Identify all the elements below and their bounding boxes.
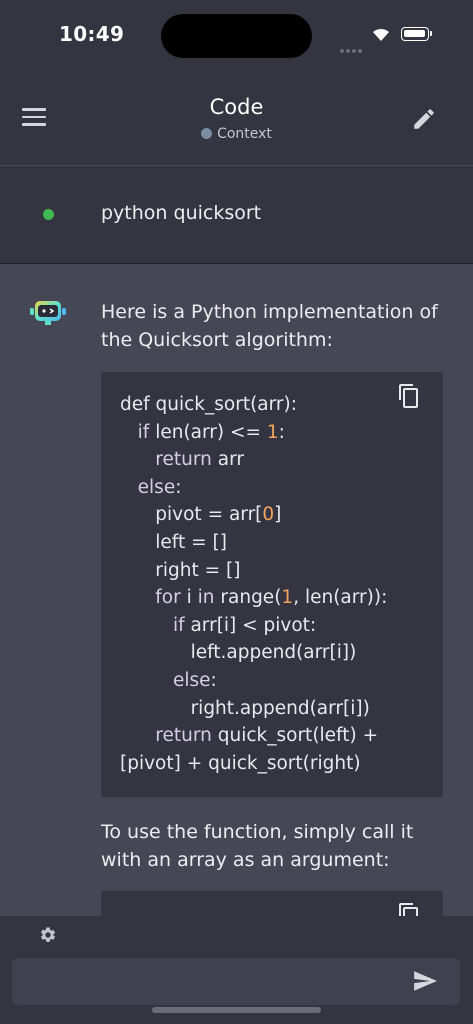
code-token: , len(arr)): [293, 587, 388, 609]
code-line: [pivot] + quick_sort(right) [120, 753, 361, 774]
code-line: for i in range(1, len(arr)): [120, 587, 387, 608]
page-title: Code [209, 95, 264, 119]
code-token: quick_sort(left) + [211, 725, 379, 747]
code-token: : [210, 669, 217, 691]
assistant-followup-text: To use the function, simply call it with… [101, 821, 414, 871]
code-token: i [180, 587, 198, 609]
code-token: else [172, 669, 211, 691]
code-token: in [197, 587, 215, 609]
message-input-box [12, 958, 460, 1005]
code-line: def quick_sort(arr): [120, 394, 297, 415]
code-token: 1 [266, 421, 279, 443]
cellular-signal-icon [340, 38, 364, 57]
code-line: if arr[i] < pivot: [120, 615, 316, 636]
copy-icon [399, 903, 418, 916]
user-status-dot-icon [43, 209, 54, 220]
copy-button[interactable] [397, 383, 421, 409]
code-token: left.append(arr[i]) [120, 642, 357, 664]
code-block [101, 891, 443, 916]
code-content: def quick_sort(arr): if len(arr) <= 1: r… [120, 391, 387, 777]
copy-icon [399, 384, 418, 408]
status-time: 10:49 [59, 22, 125, 46]
send-button[interactable] [412, 968, 438, 994]
code-token: 0 [262, 504, 275, 526]
code-line: else: [120, 670, 217, 691]
app-bar: Code Context [0, 70, 473, 165]
code-line: left.append(arr[i]) [120, 642, 357, 664]
code-token: left = [] [120, 531, 227, 553]
code-token: ] [274, 504, 282, 526]
user-message-text: python quicksort [101, 202, 262, 224]
code-token: : [278, 421, 285, 443]
context-label: Context [217, 126, 272, 142]
wifi-icon [373, 28, 389, 41]
code-token: pivot = arr[ [120, 504, 263, 526]
code-token: [pivot] + quick_sort(right) [120, 752, 361, 774]
send-icon [414, 971, 437, 991]
home-indicator [152, 1007, 321, 1013]
code-line: left = [] [120, 532, 227, 553]
code-line: return arr [120, 449, 244, 470]
code-token: else [137, 476, 176, 498]
settings-button[interactable] [39, 926, 57, 944]
copy-button[interactable] [397, 902, 421, 916]
assistant-intro-text: Here is a Python implementation of the Q… [101, 301, 438, 351]
code-line: pivot = arr[0] [120, 504, 281, 525]
code-token: if [137, 421, 150, 443]
code-token: range( [214, 587, 282, 609]
assistant-message: Here is a Python implementation of the Q… [0, 264, 473, 916]
code-token: arr [211, 449, 244, 471]
code-token: len(arr) <= [149, 421, 267, 443]
code-token: return [155, 449, 212, 471]
code-token: arr[i] < pivot: [184, 614, 317, 636]
message-input[interactable] [24, 968, 408, 996]
context-dot-icon [201, 128, 213, 139]
code-token: right.append(arr[i]) [120, 697, 370, 719]
code-line: right = [] [120, 560, 240, 581]
context-selector[interactable]: Context [0, 126, 473, 142]
user-message: python quicksort [0, 166, 473, 264]
code-token: right = [] [120, 559, 241, 581]
code-block: def quick_sort(arr): if len(arr) <= 1: r… [101, 372, 443, 797]
pencil-icon [414, 109, 434, 129]
code-token: return [155, 725, 212, 747]
code-token: if [172, 614, 185, 636]
code-line: if len(arr) <= 1: [120, 422, 285, 443]
settings-icon [41, 927, 56, 942]
composer [0, 916, 473, 1024]
code-line: else: [120, 476, 182, 498]
code-token: for [155, 587, 181, 609]
code-token: def quick_sort(arr): [120, 394, 297, 415]
edit-pencil-button[interactable] [411, 106, 437, 132]
bot-icon [30, 301, 66, 325]
code-token: : [175, 476, 182, 498]
code-token: 1 [281, 587, 294, 609]
code-line: return quick_sort(left) + [120, 725, 378, 746]
battery-icon [401, 27, 432, 41]
dynamic-island [161, 14, 312, 58]
code-line: right.append(arr[i]) [120, 698, 370, 719]
chat-screen: 10:49 Code Context python quicksort Here… [0, 0, 473, 1024]
status-bar: 10:49 [0, 0, 473, 70]
